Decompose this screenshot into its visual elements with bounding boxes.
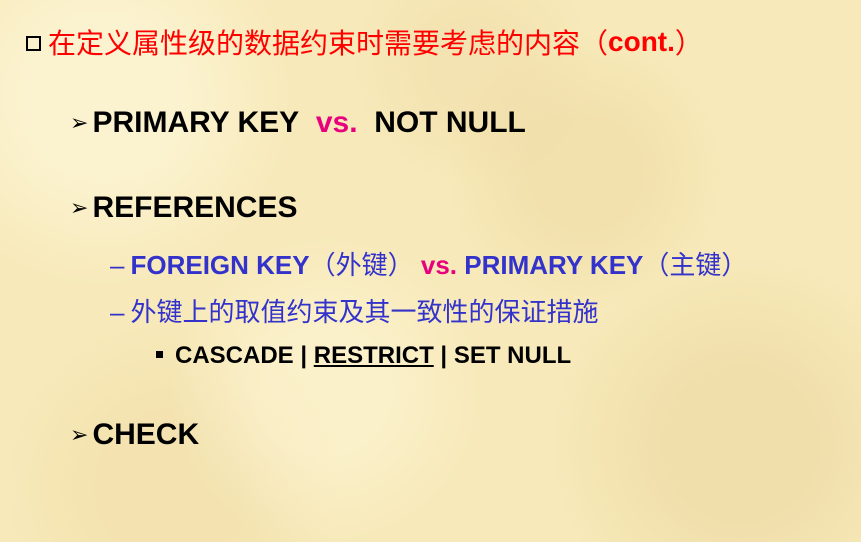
bullet-references: ➢ REFERENCES	[70, 191, 297, 225]
vs-label: vs.	[420, 250, 458, 280]
arrow-bullet-icon: ➢	[70, 110, 89, 135]
primary-key-label: PRIMARY KEY	[464, 250, 644, 280]
set-null-label: SET NULL	[453, 342, 572, 369]
fk-constraint-text: 外键上的取值约束及其一致性的保证措施	[130, 297, 599, 327]
title-close: ）	[674, 28, 703, 59]
bullet-primary-key-vs-not-null: ➢ PRIMARY KEY vs. NOT NULL	[70, 106, 526, 140]
primary-key-label: PRIMARY KEY	[92, 106, 300, 139]
separator: |	[433, 342, 454, 369]
slide-title: 在定义属性级的数据约束时需要考虑的内容（ cont.）	[26, 22, 703, 62]
sub-sub-bullet-actions: CASCADE | RESTRICT | SET NULL	[156, 342, 571, 370]
arrow-bullet-icon: ➢	[70, 422, 89, 447]
check-label: CHECK	[92, 418, 200, 451]
title-cont: cont.	[608, 26, 675, 57]
not-null-label: NOT NULL	[374, 106, 526, 139]
checkbox-bullet-icon	[26, 35, 41, 51]
primary-key-cn: （主键）	[643, 250, 748, 280]
cascade-label: CASCADE	[175, 342, 294, 369]
square-bullet-icon	[156, 351, 163, 358]
restrict-label: RESTRICT	[313, 342, 434, 369]
foreign-key-cn: （外键）	[309, 250, 414, 280]
title-text: 在定义属性级的数据约束时需要考虑的内容（	[48, 28, 609, 59]
vs-label: vs.	[315, 106, 358, 139]
sub-bullet-fk-constraints: – 外键上的取值约束及其一致性的保证措施	[110, 292, 598, 329]
sub-bullet-foreign-vs-primary: – FOREIGN KEY（外键） vs. PRIMARY KEY（主键）	[110, 245, 747, 282]
separator: |	[293, 342, 314, 369]
foreign-key-label: FOREIGN KEY	[130, 250, 310, 280]
dash-bullet: –	[110, 250, 125, 280]
bullet-check: ➢ CHECK	[70, 418, 199, 452]
dash-bullet: –	[110, 297, 125, 327]
references-label: REFERENCES	[92, 191, 298, 224]
arrow-bullet-icon: ➢	[70, 195, 89, 220]
